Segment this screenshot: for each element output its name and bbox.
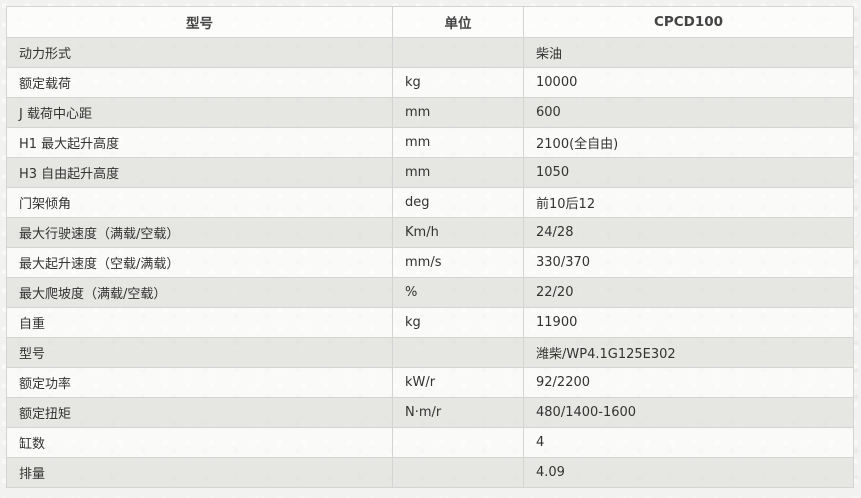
row-unit: mm/s <box>392 247 524 278</box>
page-background: 型号 单位 CPCD100 动力形式 柴油 额定载荷 kg 10000 J 载荷… <box>0 0 861 498</box>
row-label: 额定功率 <box>6 367 393 398</box>
table-row: 门架倾角 deg 前10后12 <box>6 187 854 218</box>
row-value: 前10后12 <box>523 187 854 218</box>
table-row: 型号 潍柴/WP4.1G125E302 <box>6 337 854 368</box>
spec-table-header: 型号 单位 CPCD100 <box>6 6 854 38</box>
header-row: 型号 单位 CPCD100 <box>6 6 854 38</box>
table-row: 额定载荷 kg 10000 <box>6 67 854 98</box>
row-value: 480/1400-1600 <box>523 397 854 428</box>
row-value: 92/2200 <box>523 367 854 398</box>
table-row: H1 最大起升高度 mm 2100(全自由) <box>6 127 854 158</box>
row-unit <box>392 37 524 68</box>
header-model: 型号 <box>6 6 393 38</box>
row-unit: kg <box>392 307 524 338</box>
row-label: 型号 <box>6 337 393 368</box>
row-unit: mm <box>392 97 524 128</box>
row-label: 门架倾角 <box>6 187 393 218</box>
table-row: H3 自由起升高度 mm 1050 <box>6 157 854 188</box>
table-row: 额定功率 kW/r 92/2200 <box>6 367 854 398</box>
spec-table: 型号 单位 CPCD100 动力形式 柴油 额定载荷 kg 10000 J 载荷… <box>6 6 854 488</box>
row-label: H3 自由起升高度 <box>6 157 393 188</box>
row-value: 600 <box>523 97 854 128</box>
row-unit: Km/h <box>392 217 524 248</box>
row-label: 最大爬坡度（满载/空载） <box>6 277 393 308</box>
header-value: CPCD100 <box>523 6 854 38</box>
row-unit <box>392 337 524 368</box>
table-row: 额定扭矩 N·m/r 480/1400-1600 <box>6 397 854 428</box>
row-value: 4 <box>523 427 854 458</box>
header-unit: 单位 <box>392 6 524 38</box>
row-value: 2100(全自由) <box>523 127 854 158</box>
table-row: 最大行驶速度（满载/空载） Km/h 24/28 <box>6 217 854 248</box>
row-value: 1050 <box>523 157 854 188</box>
table-row: 自重 kg 11900 <box>6 307 854 338</box>
row-value: 柴油 <box>523 37 854 68</box>
row-label: 缸数 <box>6 427 393 458</box>
row-value: 10000 <box>523 67 854 98</box>
row-label: 额定扭矩 <box>6 397 393 428</box>
table-row: 排量 4.09 <box>6 457 854 488</box>
row-unit: N·m/r <box>392 397 524 428</box>
row-value: 330/370 <box>523 247 854 278</box>
spec-table-body: 动力形式 柴油 额定载荷 kg 10000 J 载荷中心距 mm 600 H1 … <box>6 37 854 488</box>
row-label: 最大行驶速度（满载/空载） <box>6 217 393 248</box>
row-unit: mm <box>392 157 524 188</box>
table-row: 缸数 4 <box>6 427 854 458</box>
row-value: 24/28 <box>523 217 854 248</box>
table-row: 最大爬坡度（满载/空载） % 22/20 <box>6 277 854 308</box>
row-unit: kg <box>392 67 524 98</box>
table-row: 最大起升速度（空载/满载） mm/s 330/370 <box>6 247 854 278</box>
table-row: 动力形式 柴油 <box>6 37 854 68</box>
row-unit: kW/r <box>392 367 524 398</box>
row-value: 4.09 <box>523 457 854 488</box>
row-value: 11900 <box>523 307 854 338</box>
table-row: J 载荷中心距 mm 600 <box>6 97 854 128</box>
row-label: 额定载荷 <box>6 67 393 98</box>
row-label: 动力形式 <box>6 37 393 68</box>
row-label: J 载荷中心距 <box>6 97 393 128</box>
row-label: 最大起升速度（空载/满载） <box>6 247 393 278</box>
row-unit <box>392 427 524 458</box>
row-value: 潍柴/WP4.1G125E302 <box>523 337 854 368</box>
row-label: 自重 <box>6 307 393 338</box>
row-unit: mm <box>392 127 524 158</box>
row-label: H1 最大起升高度 <box>6 127 393 158</box>
row-unit: deg <box>392 187 524 218</box>
row-value: 22/20 <box>523 277 854 308</box>
row-unit: % <box>392 277 524 308</box>
row-label: 排量 <box>6 457 393 488</box>
row-unit <box>392 457 524 488</box>
